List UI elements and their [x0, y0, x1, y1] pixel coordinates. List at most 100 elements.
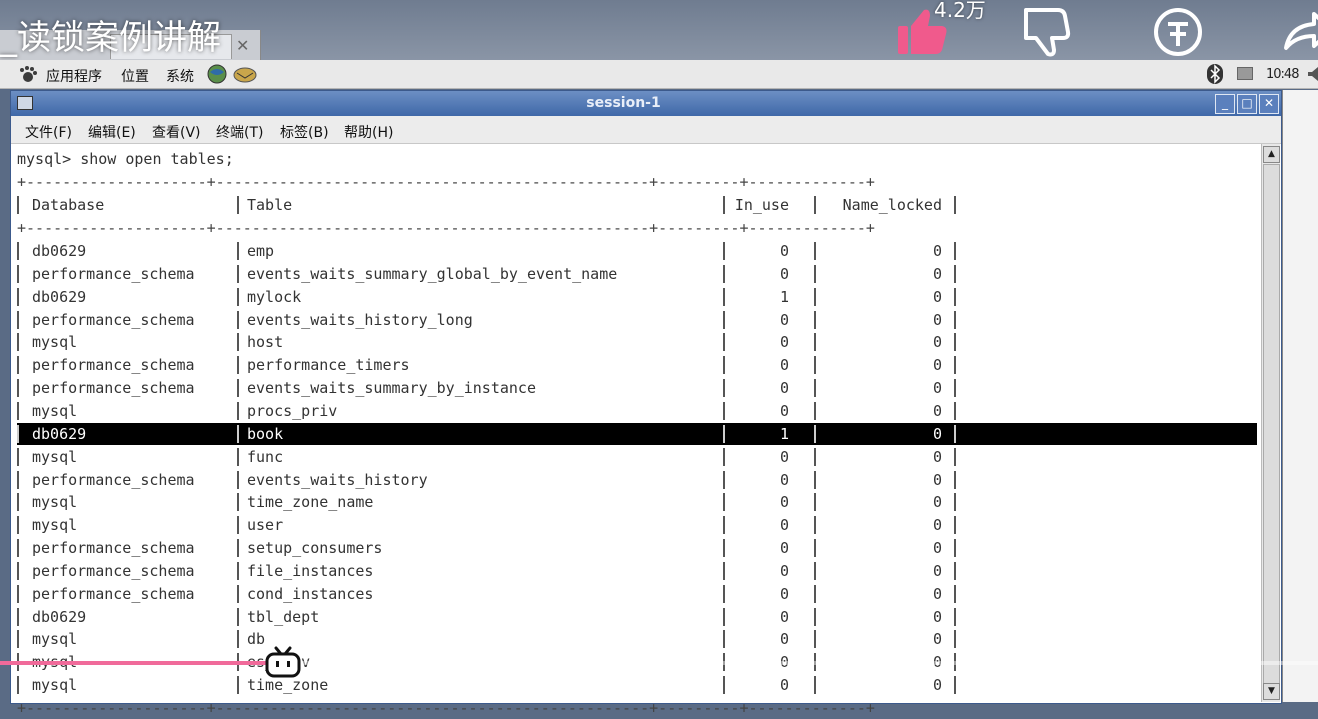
tab-close-icon[interactable]: ✕	[236, 36, 249, 55]
cell-table: book	[247, 424, 284, 443]
cell-name-locked: 0	[932, 264, 942, 283]
menu-edit[interactable]: 编辑(E)	[88, 122, 136, 142]
cell-name-locked: 0	[932, 424, 942, 443]
cell-database: performance_schema	[32, 561, 195, 580]
cell-in-use: 1	[779, 287, 789, 306]
column-separator	[954, 333, 956, 352]
column-separator	[814, 264, 816, 283]
column-separator	[17, 676, 19, 695]
window-titlebar[interactable]: session-1 _ □ ✕	[11, 91, 1281, 116]
menu-terminal[interactable]: 终端(T)	[216, 122, 263, 142]
cell-in-use: 0	[779, 356, 789, 375]
column-separator	[814, 401, 816, 420]
column-separator	[237, 539, 239, 558]
table-row[interactable]: mysql func 0 0	[17, 446, 1257, 468]
column-separator	[17, 584, 19, 603]
column-separator	[954, 401, 956, 420]
video-progress-fill	[0, 661, 277, 665]
column-separator	[814, 493, 816, 512]
table-row[interactable]: performance_schema events_waits_history 0 0	[17, 469, 1257, 491]
menu-view[interactable]: 查看(V)	[152, 122, 201, 142]
cell-in-use: 0	[779, 676, 789, 695]
mail-client-icon[interactable]	[232, 64, 258, 84]
maximize-button[interactable]: □	[1237, 94, 1257, 114]
share-icon[interactable]	[1280, 4, 1318, 60]
terminal-output[interactable]: mysql> show open tables; +--------------…	[11, 144, 1259, 717]
coin-icon[interactable]	[1150, 4, 1206, 60]
column-separator	[954, 493, 956, 512]
panel-menu-applications[interactable]: 应用程序	[46, 66, 102, 86]
table-row[interactable]: performance_schema events_waits_summary_b…	[17, 377, 1257, 399]
table-row[interactable]: mysql host 0 0	[17, 331, 1257, 353]
panel-menu-system[interactable]: 系统	[166, 66, 194, 86]
cell-table: mylock	[247, 287, 302, 306]
dislike-icon[interactable]	[1018, 4, 1074, 60]
menu-help[interactable]: 帮助(H)	[344, 122, 393, 142]
cell-name-locked: 0	[932, 401, 942, 420]
cell-database: performance_schema	[32, 264, 195, 283]
column-separator	[814, 447, 816, 466]
table-row[interactable]: mysql time_zone_name 0 0	[17, 491, 1257, 513]
panel-menu-places[interactable]: 位置	[121, 66, 149, 86]
background-window-edge[interactable]	[1282, 90, 1318, 702]
column-separator	[237, 424, 239, 443]
bluetooth-icon[interactable]	[1206, 63, 1224, 85]
column-separator	[814, 424, 816, 443]
scroll-down-arrow-icon[interactable]: ▼	[1263, 683, 1280, 700]
column-separator	[17, 516, 19, 535]
cell-database: performance_schema	[32, 310, 195, 329]
volume-icon[interactable]	[1306, 65, 1318, 83]
panel-clock[interactable]: 10:48	[1266, 67, 1299, 82]
table-row[interactable]: db0629 tbl_dept 0 0	[17, 606, 1257, 628]
cell-name-locked: 0	[932, 379, 942, 398]
table-row[interactable]: performance_schema setup_consumers 0 0	[17, 537, 1257, 559]
cell-database: mysql	[32, 401, 78, 420]
column-separator	[954, 676, 956, 695]
column-separator	[954, 584, 956, 603]
column-separator	[814, 242, 816, 260]
cell-name-locked: 0	[932, 584, 942, 603]
table-row[interactable]: db0629 emp 0 0	[17, 240, 1257, 262]
progress-knob-tv-icon[interactable]	[264, 644, 302, 680]
cell-database: mysql	[32, 447, 78, 466]
cell-database: mysql	[32, 516, 78, 535]
menu-tabs[interactable]: 标签(B)	[280, 122, 329, 142]
cell-table: func	[247, 447, 284, 466]
menu-file[interactable]: 文件(F)	[25, 122, 72, 142]
cell-table: cond_instances	[247, 584, 374, 603]
cell-database: mysql	[32, 630, 78, 649]
web-browser-icon[interactable]	[206, 64, 228, 84]
table-row[interactable]: performance_schema cond_instances 0 0	[17, 583, 1257, 605]
gnome-foot-icon[interactable]	[18, 65, 38, 83]
cell-in-use: 0	[779, 379, 789, 398]
table-row[interactable]: performance_schema performance_timers 0 0	[17, 354, 1257, 376]
column-separator	[17, 607, 19, 626]
column-separator	[814, 561, 816, 580]
column-separator	[954, 424, 956, 443]
minimize-button[interactable]: _	[1215, 94, 1235, 114]
vertical-scrollbar[interactable]: ▲ ▼	[1261, 144, 1280, 702]
column-separator	[237, 379, 239, 398]
cell-database: mysql	[32, 676, 78, 695]
column-separator	[814, 356, 816, 375]
table-row[interactable]: performance_schema events_waits_history_l…	[17, 309, 1257, 331]
column-separator	[814, 630, 816, 649]
table-row[interactable]: performance_schema file_instances 0 0	[17, 560, 1257, 582]
column-separator	[17, 333, 19, 352]
table-row-selected[interactable]: db0629 book 1 0	[17, 422, 1257, 445]
table-row[interactable]: mysql user 0 0	[17, 514, 1257, 536]
column-separator	[954, 196, 956, 214]
table-row[interactable]: db0629 mylock 1 0	[17, 286, 1257, 308]
column-separator	[237, 516, 239, 535]
table-row[interactable]: mysql procs_priv 0 0	[17, 400, 1257, 422]
scroll-up-arrow-icon[interactable]: ▲	[1263, 146, 1280, 163]
column-separator	[17, 264, 19, 283]
scrollbar-thumb[interactable]	[1263, 164, 1280, 686]
table-row[interactable]: mysql db 0 0	[17, 628, 1257, 650]
table-row[interactable]: mysql time_zone 0 0	[17, 674, 1257, 696]
column-separator	[237, 356, 239, 375]
column-separator	[954, 356, 956, 375]
close-button[interactable]: ✕	[1259, 94, 1279, 114]
network-icon[interactable]	[1237, 67, 1253, 80]
table-row[interactable]: performance_schema events_waits_summary_g…	[17, 263, 1257, 285]
